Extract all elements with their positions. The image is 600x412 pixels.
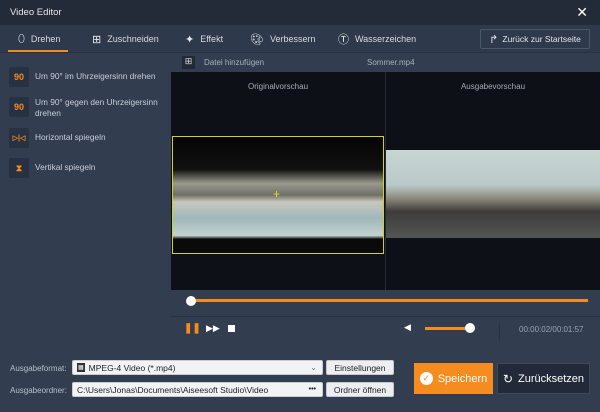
progress-bar[interactable] xyxy=(190,299,588,302)
check-icon: ✓ xyxy=(419,372,433,385)
chevron-down-icon: ⌄ xyxy=(310,363,317,372)
op-label: Um 90° gegen den Uhrzeigersinn drehen xyxy=(35,97,158,118)
save-button[interactable]: ✓ Speichern xyxy=(414,363,493,394)
rotate-icon: ⬯ xyxy=(18,32,25,45)
format-value: MPEG-4 Video (*.mp4) xyxy=(88,362,176,373)
op-label: Vertikal spiegeln xyxy=(35,162,96,172)
output-preview-label: Ausgabevorschau xyxy=(460,82,526,91)
window-title: Video Editor xyxy=(10,7,62,18)
flip-horizontal-icon: ▷|◁ xyxy=(9,128,29,148)
pause-icon[interactable]: ❚❚ xyxy=(184,323,201,334)
output-video xyxy=(386,150,600,238)
save-label: Speichern xyxy=(437,372,488,385)
tab-effekt[interactable]: ✦ Effekt xyxy=(185,25,223,53)
reset-icon: ↻ xyxy=(502,371,514,386)
flip-vertical-icon: ⧗ xyxy=(9,158,29,178)
add-file-link[interactable]: Datei hinzufügen xyxy=(204,58,264,67)
volume-slider[interactable] xyxy=(425,327,469,330)
player-controls: ❚❚ ▶▶ ◀︎ 00:00:02/00:01:57 xyxy=(171,290,600,345)
title-bar xyxy=(0,0,600,25)
filename: Sommer.mp4 xyxy=(367,58,415,67)
progress-handle[interactable] xyxy=(186,296,196,306)
time-display: 00:00:02/00:01:57 xyxy=(519,325,584,334)
watermark-icon: Ⓣ xyxy=(338,34,349,46)
mpeg-icon: ▦ xyxy=(77,363,85,372)
original-video-crop-frame[interactable]: + xyxy=(172,136,384,254)
folder-value: C:\Users\Jonas\Documents\Aiseesoft Studi… xyxy=(77,384,269,395)
active-tab-indicator xyxy=(8,50,68,52)
output-settings: Ausgabeformat: ▦ MPEG-4 Video (*.mp4) ⌄ … xyxy=(0,350,600,412)
reset-button[interactable]: ↻ Zurücksetzen xyxy=(497,363,590,394)
rotate-counterclockwise-button[interactable]: 90 Um 90° gegen den Uhrzeigersinn drehen xyxy=(9,97,169,119)
reset-label: Zurücksetzen xyxy=(518,372,585,385)
rotate-ccw-icon: 90 xyxy=(9,97,29,117)
volume-handle[interactable] xyxy=(465,323,475,333)
tab-zuschneiden[interactable]: ⊞ Zuschneiden xyxy=(92,25,159,53)
open-folder-button[interactable]: Ordner öffnen xyxy=(326,382,394,397)
op-label: Um 90° im Uhrzeigersinn drehen xyxy=(35,71,156,81)
divider xyxy=(499,323,500,341)
tab-label: Wasserzeichen xyxy=(355,34,417,44)
folder-label: Ausgabeordner: xyxy=(10,386,67,395)
tab-drehen[interactable]: ⬯ Drehen xyxy=(18,25,60,53)
crop-icon: ⊞ xyxy=(92,33,102,46)
tab-label: Zuschneiden xyxy=(107,34,159,44)
volume-icon[interactable]: ◀︎ xyxy=(404,322,411,333)
op-label: Horizontal spiegeln xyxy=(35,132,106,142)
back-to-home-button[interactable]: ↱ Zurück zur Startseite xyxy=(480,29,590,49)
tab-wasserzeichen[interactable]: Ⓣ Wasserzeichen xyxy=(338,25,416,53)
flip-vertical-button[interactable]: ⧗ Vertikal spiegeln xyxy=(9,158,169,178)
back-label: Zurück zur Startseite xyxy=(502,34,581,44)
crosshair-icon: + xyxy=(273,187,281,201)
flip-horizontal-button[interactable]: ▷|◁ Horizontal spiegeln xyxy=(9,128,169,148)
tab-label: Verbessern xyxy=(269,34,316,44)
palette-icon: 🎨︎ xyxy=(250,33,264,46)
stop-icon[interactable] xyxy=(228,325,235,332)
format-select[interactable]: ▦ MPEG-4 Video (*.mp4) ⌄ xyxy=(72,360,323,375)
add-file-icon[interactable]: ⊞ xyxy=(182,56,195,69)
browse-button[interactable]: ••• xyxy=(309,386,316,393)
tab-label: Effekt xyxy=(200,34,224,44)
back-arrow-icon: ↱ xyxy=(489,33,499,46)
rotate-clockwise-button[interactable]: 90 Um 90° im Uhrzeigersinn drehen xyxy=(9,67,169,87)
settings-button[interactable]: Einstellungen xyxy=(326,360,394,375)
original-preview-label: Originalvorschau xyxy=(247,82,309,91)
sparkle-icon: ✦ xyxy=(185,33,195,46)
preview-header: ⊞ Datei hinzufügen Sommer.mp4 xyxy=(171,53,600,72)
divider xyxy=(171,316,600,317)
format-label: Ausgabeformat: xyxy=(10,364,67,373)
fast-forward-icon[interactable]: ▶▶ xyxy=(206,323,220,334)
close-icon[interactable]: ✕ xyxy=(576,4,588,21)
tab-label: Drehen xyxy=(30,34,61,44)
rotate-cw-icon: 90 xyxy=(9,67,29,87)
tab-verbessern[interactable]: 🎨︎ Verbessern xyxy=(250,25,316,53)
folder-input[interactable]: C:\Users\Jonas\Documents\Aiseesoft Studi… xyxy=(72,382,323,397)
